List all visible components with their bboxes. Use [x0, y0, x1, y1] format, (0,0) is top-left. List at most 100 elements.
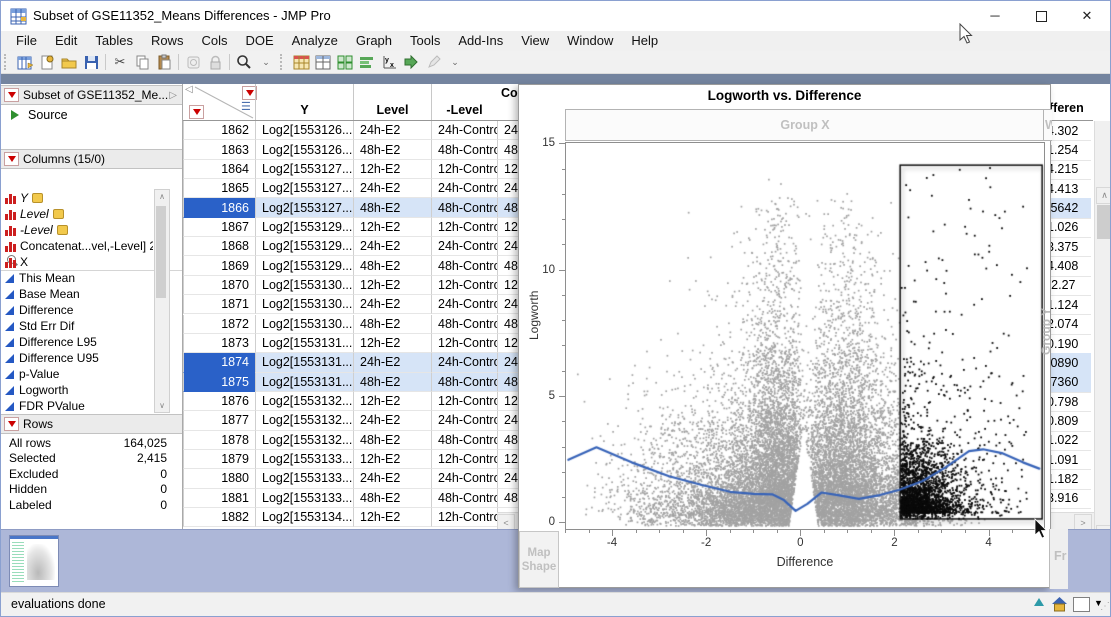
- rows-panel-header[interactable]: Rows: [1, 414, 182, 434]
- table-panel-header[interactable]: Subset of GSE11352_Me... ▷: [1, 85, 182, 105]
- cell-n[interactable]: 1876: [183, 392, 255, 411]
- tile-windows-icon[interactable]: [335, 53, 355, 71]
- wrap-drop-zone-fragment[interactable]: Wr: [1043, 109, 1052, 141]
- cell-n[interactable]: 1878: [183, 431, 255, 450]
- menu-item-help[interactable]: Help: [622, 31, 667, 51]
- cell-n[interactable]: 1864: [183, 160, 255, 179]
- column-list-item[interactable]: Difference U95: [1, 350, 153, 366]
- column-list-item[interactable]: Difference: [1, 302, 153, 318]
- red-triangle-icon[interactable]: [4, 152, 19, 166]
- cell-n[interactable]: 1862: [183, 121, 255, 140]
- column-list-item[interactable]: This Mean: [1, 270, 153, 286]
- overflow-icon[interactable]: ⌄: [445, 53, 465, 71]
- menu-item-doe[interactable]: DOE: [236, 31, 282, 51]
- columns-list-scrollbar[interactable]: ∧ ∨: [154, 189, 170, 413]
- menu-item-graph[interactable]: Graph: [347, 31, 401, 51]
- cell-n[interactable]: 1879: [183, 450, 255, 469]
- open-folder-icon[interactable]: [59, 53, 79, 71]
- cell-n[interactable]: 1874: [183, 353, 255, 372]
- collapse-chevron-icon[interactable]: ▷: [169, 90, 177, 101]
- cell-n[interactable]: 1873: [183, 334, 255, 353]
- column-list-item[interactable]: -Level: [1, 222, 153, 238]
- new-script-icon[interactable]: [37, 53, 57, 71]
- column-list-item[interactable]: Base Mean: [1, 286, 153, 302]
- minimize-button[interactable]: ─: [972, 1, 1018, 31]
- column-list-item[interactable]: Level: [1, 206, 153, 222]
- plot-area[interactable]: [565, 142, 1045, 530]
- cell-n[interactable]: 1880: [183, 469, 255, 488]
- data-table-icon[interactable]: [291, 53, 311, 71]
- graph-bars-icon[interactable]: [357, 53, 377, 71]
- menu-item-tables[interactable]: Tables: [86, 31, 142, 51]
- group-y-drop-zone-fragment[interactable]: Group Y: [1039, 259, 1055, 355]
- red-triangle-icon[interactable]: [4, 88, 19, 102]
- column-list-item[interactable]: Concatenat...vel,-Level] 2=: [1, 238, 153, 254]
- up-arrow-icon[interactable]: [1034, 598, 1044, 606]
- group-x-drop-zone[interactable]: Group X: [565, 109, 1045, 141]
- scroll-up-icon[interactable]: ∧: [1096, 187, 1111, 204]
- column-list-item[interactable]: Y: [1, 190, 153, 206]
- cell-n[interactable]: 1865: [183, 179, 255, 198]
- overflow-icon[interactable]: ⌄: [256, 53, 276, 71]
- cell-n[interactable]: 1863: [183, 140, 255, 159]
- column-list-item[interactable]: FDR PValue: [1, 398, 153, 412]
- menu-item-tools[interactable]: Tools: [401, 31, 449, 51]
- vertical-scrollbar[interactable]: ∧ ∨: [1094, 121, 1111, 529]
- map-shape-drop-zone[interactable]: Map Shape: [519, 531, 559, 588]
- cell-n[interactable]: 1866: [183, 198, 255, 217]
- join-icon[interactable]: [401, 53, 421, 71]
- column-header-difference-fragment[interactable]: fferen: [1049, 101, 1084, 115]
- menu-item-window[interactable]: Window: [558, 31, 622, 51]
- resize-grip[interactable]: ⋰: [1100, 601, 1110, 612]
- cut-icon[interactable]: ✂: [110, 53, 130, 71]
- yx-plot-icon[interactable]: yx: [379, 53, 399, 71]
- zoom-icon[interactable]: [234, 53, 254, 71]
- cell-n[interactable]: 1881: [183, 489, 255, 508]
- column-list-item[interactable]: p-Value: [1, 366, 153, 382]
- sort-list-icon[interactable]: ☰: [241, 100, 251, 113]
- edit-disabled-icon[interactable]: [423, 53, 443, 71]
- column-list-item[interactable]: Difference L95: [1, 334, 153, 350]
- column-header-level[interactable]: Level: [353, 84, 431, 120]
- column-header-y[interactable]: Y: [255, 84, 353, 120]
- column-list-item[interactable]: Std Err Dif: [1, 318, 153, 334]
- paste-icon[interactable]: [154, 53, 174, 71]
- summary-icon[interactable]: [313, 53, 333, 71]
- scrollbar-thumb[interactable]: [1097, 205, 1110, 239]
- new-data-table-icon[interactable]: [15, 53, 35, 71]
- cell-n[interactable]: 1872: [183, 315, 255, 334]
- maximize-button[interactable]: [1018, 1, 1064, 31]
- refresh-disabled-icon[interactable]: [183, 53, 203, 71]
- panel-collapse-left-icon[interactable]: ◁: [185, 84, 193, 95]
- cell-n[interactable]: 1867: [183, 218, 255, 237]
- menu-item-cols[interactable]: Cols: [192, 31, 236, 51]
- rows-red-triangle-icon[interactable]: [189, 105, 204, 119]
- menu-item-analyze[interactable]: Analyze: [283, 31, 347, 51]
- save-icon[interactable]: [81, 53, 101, 71]
- column-list-item[interactable]: Logworth: [1, 382, 153, 398]
- column-header-neg-level[interactable]: -Level: [431, 84, 497, 120]
- cell-n[interactable]: 1870: [183, 276, 255, 295]
- close-button[interactable]: ✕: [1064, 1, 1110, 31]
- red-triangle-icon[interactable]: [4, 417, 19, 431]
- home-icon[interactable]: [1051, 596, 1068, 612]
- column-list-item[interactable]: X: [1, 254, 153, 270]
- menu-item-addins[interactable]: Add-Ins: [449, 31, 512, 51]
- scrollbar-thumb[interactable]: [156, 206, 166, 298]
- cell-n[interactable]: 1882: [183, 508, 255, 527]
- cell-n[interactable]: 1875: [183, 373, 255, 392]
- menu-item-edit[interactable]: Edit: [46, 31, 86, 51]
- scroll-up-icon[interactable]: ∧: [155, 190, 169, 203]
- menu-item-rows[interactable]: Rows: [142, 31, 193, 51]
- volcano-scatter-canvas[interactable]: [566, 143, 1044, 529]
- scroll-down-icon[interactable]: ∨: [155, 399, 169, 412]
- columns-panel-header[interactable]: Columns (15/0): [1, 149, 182, 169]
- cell-n[interactable]: 1877: [183, 411, 255, 430]
- table-window-thumbnail[interactable]: [9, 535, 59, 587]
- copy-icon[interactable]: [132, 53, 152, 71]
- sidebar-item-source[interactable]: Source: [1, 106, 181, 123]
- cell-n[interactable]: 1868: [183, 237, 255, 256]
- menu-item-file[interactable]: File: [7, 31, 46, 51]
- menu-item-view[interactable]: View: [512, 31, 558, 51]
- cell-n[interactable]: 1869: [183, 256, 255, 275]
